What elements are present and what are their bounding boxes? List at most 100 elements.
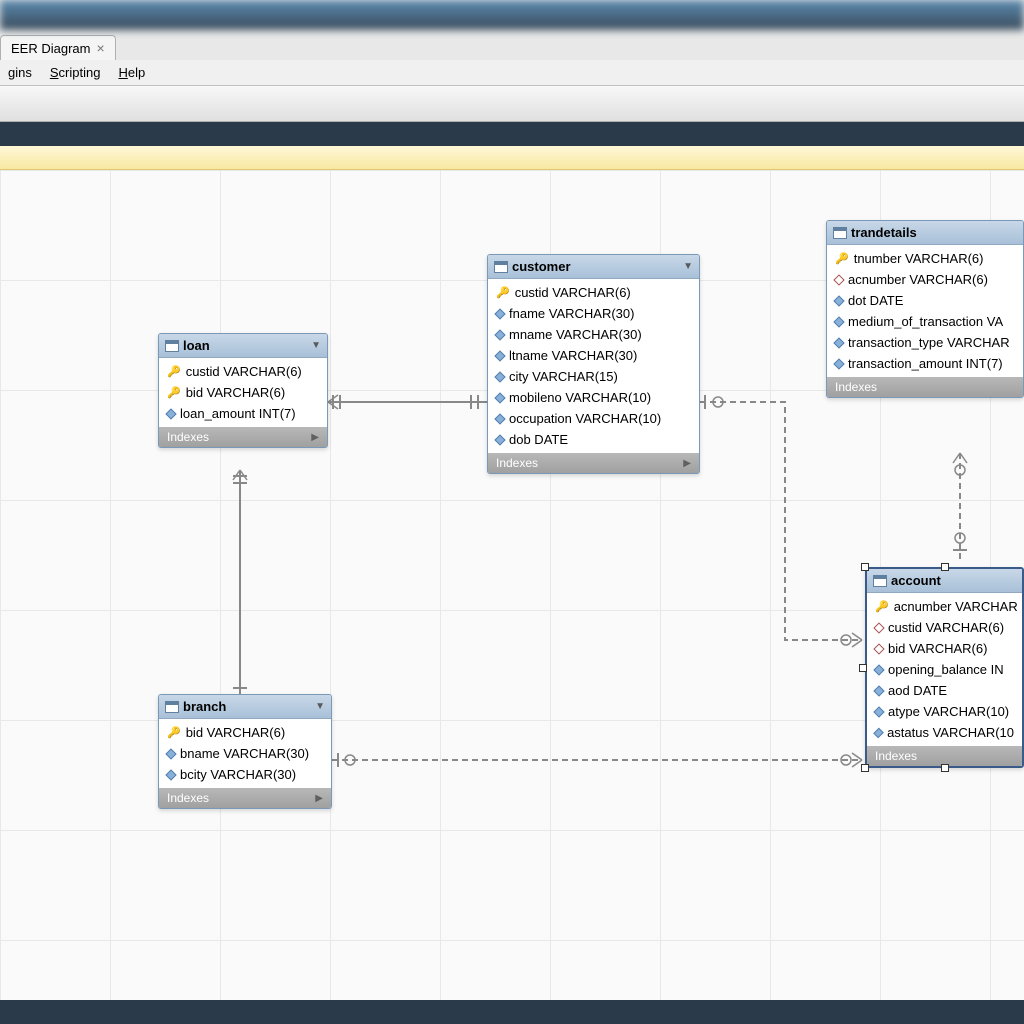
diamond-icon <box>165 748 176 759</box>
tab-bar: EER Diagram × <box>0 30 1024 60</box>
entity-footer[interactable]: Indexes▶ <box>488 453 699 473</box>
entity-body: 🔑custid VARCHAR(6) fname VARCHAR(30) mna… <box>488 279 699 453</box>
column-row[interactable]: astatus VARCHAR(10 <box>867 722 1022 743</box>
entity-title: branch <box>183 699 226 714</box>
column-row[interactable]: transaction_type VARCHAR <box>827 332 1023 353</box>
resize-handle[interactable] <box>941 764 949 772</box>
collapse-icon[interactable]: ▼ <box>311 340 321 351</box>
column-row[interactable]: dot DATE <box>827 290 1023 311</box>
entity-header[interactable]: loan ▼ <box>159 334 327 358</box>
resize-handle[interactable] <box>859 664 867 672</box>
diamond-icon <box>494 371 505 382</box>
footer-bar <box>0 1000 1024 1024</box>
column-row[interactable]: bid VARCHAR(6) <box>867 638 1022 659</box>
key-icon: 🔑 <box>167 726 181 739</box>
entity-body: 🔑bid VARCHAR(6) bname VARCHAR(30) bcity … <box>159 719 331 788</box>
entity-title: trandetails <box>851 225 917 240</box>
column-row[interactable]: city VARCHAR(15) <box>488 366 699 387</box>
menu-item-scripting[interactable]: Scripting <box>50 65 101 80</box>
entity-header[interactable]: branch ▼ <box>159 695 331 719</box>
column-row[interactable]: 🔑acnumber VARCHAR <box>867 596 1022 617</box>
key-icon: 🔑 <box>496 286 510 299</box>
column-row[interactable]: opening_balance IN <box>867 659 1022 680</box>
column-row[interactable]: transaction_amount INT(7) <box>827 353 1023 374</box>
column-row[interactable]: 🔑custid VARCHAR(6) <box>488 282 699 303</box>
column-row[interactable]: custid VARCHAR(6) <box>867 617 1022 638</box>
diamond-icon <box>873 622 884 633</box>
chevron-right-icon: ▶ <box>311 432 319 443</box>
diamond-icon <box>833 274 844 285</box>
column-row[interactable]: 🔑tnumber VARCHAR(6) <box>827 248 1023 269</box>
diamond-icon <box>833 295 844 306</box>
menu-item-plugins[interactable]: gins <box>8 65 32 80</box>
close-icon[interactable]: × <box>96 40 104 56</box>
diamond-icon <box>494 413 505 424</box>
column-row[interactable]: occupation VARCHAR(10) <box>488 408 699 429</box>
diamond-icon <box>873 706 884 717</box>
column-row[interactable]: bname VARCHAR(30) <box>159 743 331 764</box>
diamond-icon <box>873 643 884 654</box>
key-icon: 🔑 <box>835 252 849 265</box>
resize-handle[interactable] <box>861 764 869 772</box>
column-row[interactable]: ltname VARCHAR(30) <box>488 345 699 366</box>
entity-title: account <box>891 573 941 588</box>
column-row[interactable]: mobileno VARCHAR(10) <box>488 387 699 408</box>
entity-header[interactable]: account <box>867 569 1022 593</box>
diamond-icon <box>494 308 505 319</box>
table-icon <box>833 227 847 239</box>
notification-strip <box>0 146 1024 170</box>
column-row[interactable]: 🔑custid VARCHAR(6) <box>159 361 327 382</box>
entity-footer[interactable]: Indexes <box>827 377 1023 397</box>
diamond-icon <box>165 408 176 419</box>
tab-label: EER Diagram <box>11 41 90 56</box>
tab-eer-diagram[interactable]: EER Diagram × <box>0 35 116 60</box>
diamond-icon <box>833 316 844 327</box>
column-row[interactable]: atype VARCHAR(10) <box>867 701 1022 722</box>
entity-title: loan <box>183 338 210 353</box>
column-row[interactable]: mname VARCHAR(30) <box>488 324 699 345</box>
entity-trandetails[interactable]: trandetails 🔑tnumber VARCHAR(6) acnumber… <box>826 220 1024 398</box>
table-icon <box>165 701 179 713</box>
entity-title: customer <box>512 259 571 274</box>
entity-branch[interactable]: branch ▼ 🔑bid VARCHAR(6) bname VARCHAR(3… <box>158 694 332 809</box>
column-row[interactable]: loan_amount INT(7) <box>159 403 327 424</box>
entity-header[interactable]: trandetails <box>827 221 1023 245</box>
diagram-canvas[interactable]: loan ▼ 🔑custid VARCHAR(6) 🔑bid VARCHAR(6… <box>0 170 1024 1000</box>
resize-handle[interactable] <box>941 563 949 571</box>
blurred-header <box>0 0 1024 30</box>
chevron-right-icon: ▶ <box>315 793 323 804</box>
entity-footer[interactable]: Indexes▶ <box>159 427 327 447</box>
dark-strip <box>0 122 1024 146</box>
table-icon <box>494 261 508 273</box>
resize-handle[interactable] <box>861 563 869 571</box>
diamond-icon <box>494 329 505 340</box>
column-row[interactable]: fname VARCHAR(30) <box>488 303 699 324</box>
column-row[interactable]: dob DATE <box>488 429 699 450</box>
column-row[interactable]: aod DATE <box>867 680 1022 701</box>
diamond-icon <box>873 727 884 738</box>
diamond-icon <box>494 350 505 361</box>
entity-body: 🔑tnumber VARCHAR(6) acnumber VARCHAR(6) … <box>827 245 1023 377</box>
column-row[interactable]: acnumber VARCHAR(6) <box>827 269 1023 290</box>
column-row[interactable]: medium_of_transaction VA <box>827 311 1023 332</box>
entity-account[interactable]: account 🔑acnumber VARCHAR custid VARCHAR… <box>865 567 1024 768</box>
column-row[interactable]: 🔑bid VARCHAR(6) <box>159 382 327 403</box>
chevron-right-icon: ▶ <box>683 458 691 469</box>
entity-loan[interactable]: loan ▼ 🔑custid VARCHAR(6) 🔑bid VARCHAR(6… <box>158 333 328 448</box>
entity-footer[interactable]: Indexes <box>867 746 1022 766</box>
diamond-icon <box>494 392 505 403</box>
collapse-icon[interactable]: ▼ <box>683 261 693 272</box>
collapse-icon[interactable]: ▼ <box>315 701 325 712</box>
entity-header[interactable]: customer ▼ <box>488 255 699 279</box>
key-icon: 🔑 <box>875 600 889 613</box>
column-row[interactable]: 🔑bid VARCHAR(6) <box>159 722 331 743</box>
table-icon <box>873 575 887 587</box>
entity-footer[interactable]: Indexes▶ <box>159 788 331 808</box>
entity-customer[interactable]: customer ▼ 🔑custid VARCHAR(6) fname VARC… <box>487 254 700 474</box>
diamond-icon <box>165 769 176 780</box>
menu-item-help[interactable]: Help <box>118 65 145 80</box>
toolbar <box>0 86 1024 122</box>
key-icon: 🔑 <box>167 365 181 378</box>
column-row[interactable]: bcity VARCHAR(30) <box>159 764 331 785</box>
diamond-icon <box>833 358 844 369</box>
